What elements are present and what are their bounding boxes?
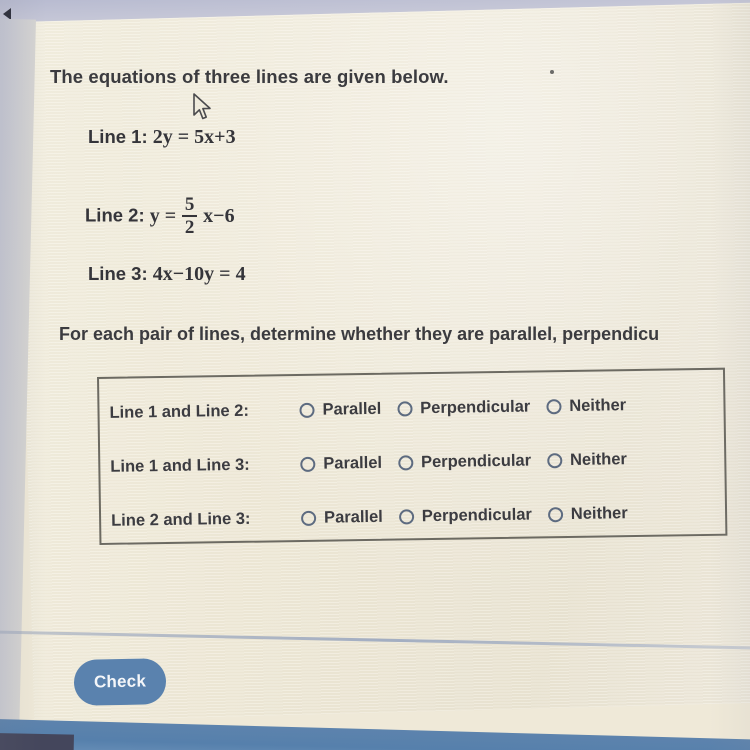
radio-circle-icon[interactable] bbox=[299, 402, 315, 418]
equation-line-2-tail: x−6 bbox=[203, 204, 235, 227]
radio-circle-icon[interactable] bbox=[546, 452, 563, 468]
radio-option-perpendicular-row1[interactable]: Perpendicular bbox=[397, 397, 530, 418]
radio-label: Parallel bbox=[323, 453, 383, 473]
equation-line-2-label: Line 2: bbox=[85, 204, 145, 226]
radio-circle-icon[interactable] bbox=[397, 400, 413, 417]
screenshot-photo: The equations of three lines are given b… bbox=[0, 0, 750, 750]
radio-circle-icon[interactable] bbox=[397, 454, 414, 471]
radio-label: Perpendicular bbox=[420, 397, 531, 417]
radio-label: Neither bbox=[569, 449, 628, 469]
fraction-numerator: 5 bbox=[184, 194, 195, 215]
mouse-pointer-icon bbox=[193, 93, 211, 120]
pair-label: Line 2 and Line 3: bbox=[110, 509, 251, 530]
radio-label: Neither bbox=[570, 503, 628, 523]
radio-label: Parallel bbox=[322, 399, 382, 419]
radio-circle-icon[interactable] bbox=[301, 510, 317, 526]
radio-label: Perpendicular bbox=[420, 451, 532, 471]
equation-line-1-operator: = bbox=[177, 126, 190, 148]
equation-line-2-lhs: y bbox=[149, 204, 160, 227]
radio-circle-icon[interactable] bbox=[546, 398, 562, 414]
check-button[interactable]: Check bbox=[73, 658, 167, 706]
radio-option-neither-row2[interactable]: Neither bbox=[546, 449, 628, 470]
equation-line-3-label: Line 3: bbox=[88, 263, 148, 284]
equation-line-1-rhs: 5x+3 bbox=[194, 126, 236, 148]
radio-label: Parallel bbox=[323, 507, 383, 527]
radio-label: Perpendicular bbox=[421, 505, 532, 525]
radio-option-neither-row3[interactable]: Neither bbox=[547, 503, 628, 524]
answer-table: Line 1 and Line 2: Parallel Perpendicula… bbox=[97, 367, 728, 545]
radio-circle-icon[interactable] bbox=[398, 508, 414, 525]
equation-line-3-rhs: 4 bbox=[235, 263, 246, 285]
table-row: Line 1 and Line 2: Parallel Perpendicula… bbox=[109, 385, 642, 433]
radio-circle-icon[interactable] bbox=[300, 456, 316, 472]
question-prompt: The equations of three lines are given b… bbox=[50, 66, 449, 87]
equation-line-3: Line 3: 4x−10y = 4 bbox=[88, 263, 246, 286]
radio-option-parallel-row3[interactable]: Parallel bbox=[301, 507, 383, 527]
table-row: Line 1 and Line 3: Parallel Perpendicula… bbox=[110, 439, 643, 487]
equation-line-3-operator: = bbox=[219, 263, 231, 285]
equation-line-1: Line 1: 2y = 5x+3 bbox=[88, 126, 236, 149]
equation-line-2-operator: = bbox=[164, 204, 177, 227]
dust-speck-icon bbox=[550, 70, 554, 74]
fraction-five-halves: 5 2 bbox=[182, 194, 198, 238]
radio-option-parallel-row2[interactable]: Parallel bbox=[300, 453, 382, 473]
radio-circle-icon[interactable] bbox=[547, 506, 563, 522]
radio-option-neither-row1[interactable]: Neither bbox=[546, 396, 626, 416]
equation-line-2: Line 2: y = 5 2 x−6 bbox=[85, 194, 235, 238]
pair-label: Line 1 and Line 3: bbox=[110, 455, 250, 476]
equation-line-3-lhs: 4x−10y bbox=[152, 263, 215, 285]
equation-line-1-lhs: 2y bbox=[152, 126, 173, 148]
radio-label: Neither bbox=[569, 395, 627, 415]
equation-line-1-label: Line 1: bbox=[88, 126, 148, 147]
question-content: The equations of three lines are given b… bbox=[0, 0, 750, 750]
question-instruction: For each pair of lines, determine whethe… bbox=[59, 324, 660, 344]
radio-option-perpendicular-row3[interactable]: Perpendicular bbox=[398, 505, 532, 526]
pair-label: Line 1 and Line 2: bbox=[109, 401, 250, 422]
radio-option-parallel-row1[interactable]: Parallel bbox=[299, 399, 381, 419]
fraction-denominator: 2 bbox=[184, 217, 195, 238]
radio-option-perpendicular-row2[interactable]: Perpendicular bbox=[397, 451, 532, 472]
table-row: Line 2 and Line 3: Parallel Perpendicula… bbox=[111, 493, 644, 541]
